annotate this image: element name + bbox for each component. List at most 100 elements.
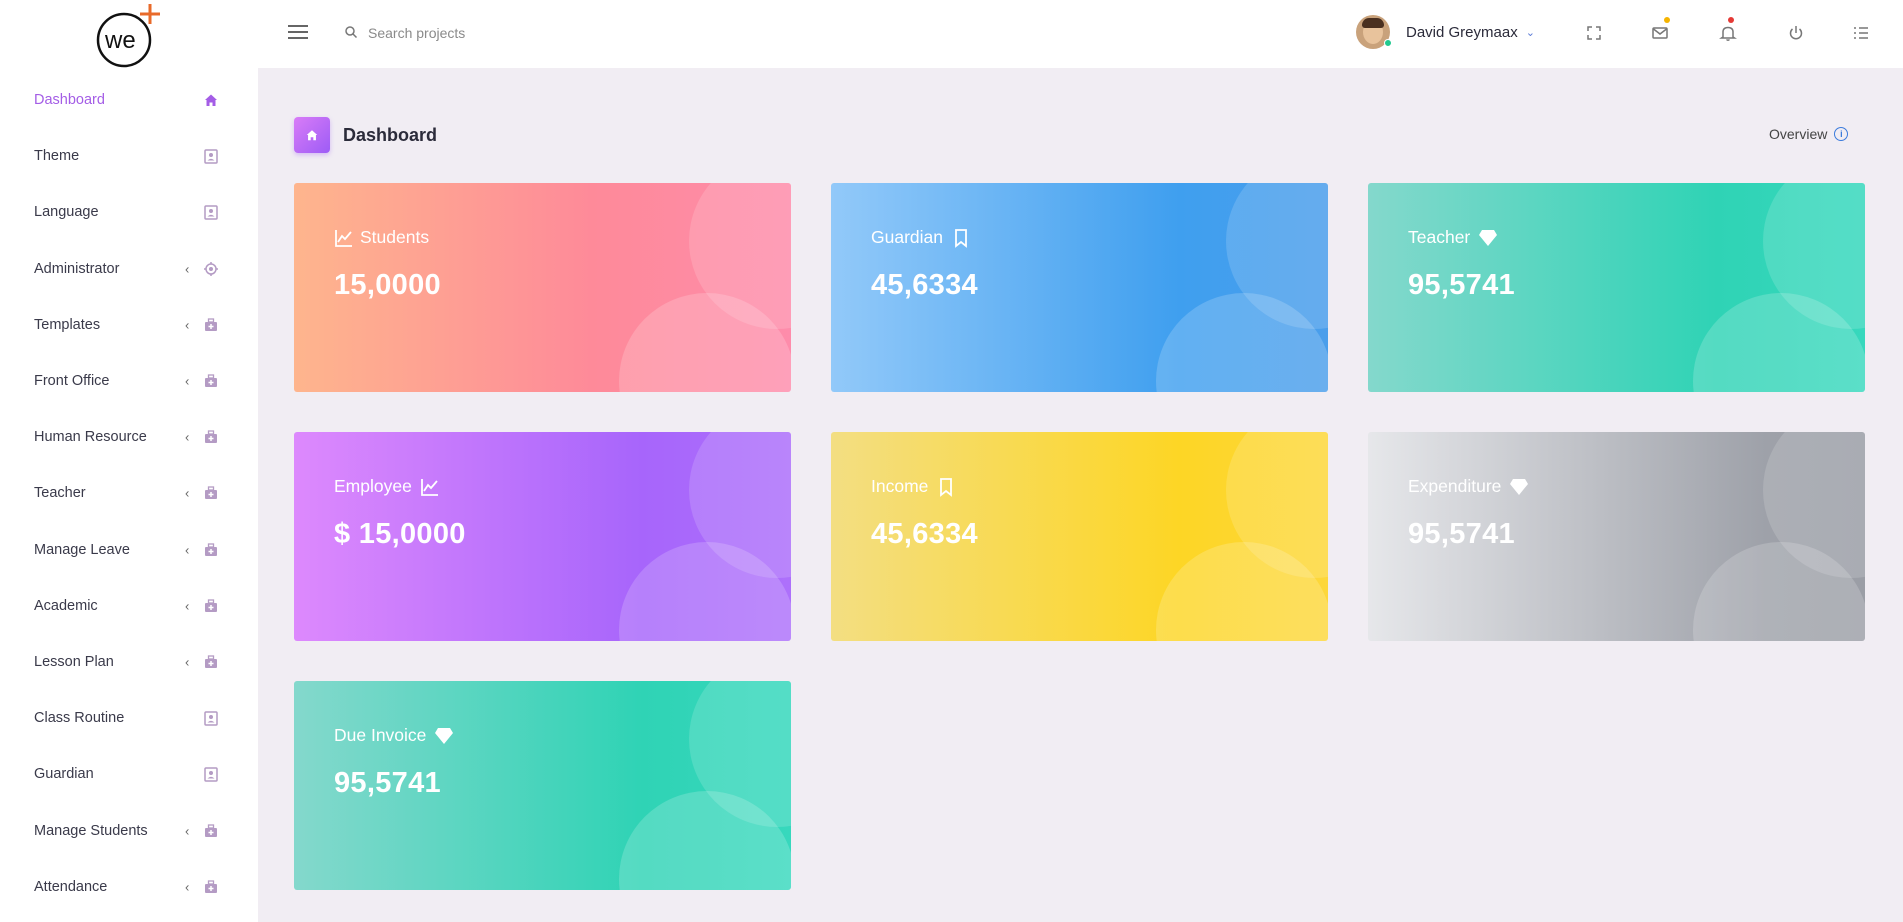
sidebar-item-label: Class Routine bbox=[34, 710, 125, 727]
search-icon bbox=[344, 25, 358, 39]
chevron-left-icon: ‹ bbox=[185, 654, 190, 670]
card-value: 45,6334 bbox=[871, 269, 978, 301]
mail-icon[interactable] bbox=[1651, 17, 1670, 42]
user-name: David Greymaax bbox=[1406, 23, 1518, 41]
diamond-icon bbox=[1478, 228, 1498, 248]
chart-line-icon bbox=[334, 228, 354, 248]
home-icon bbox=[203, 92, 219, 108]
sidebar-item-label: Guardian bbox=[34, 766, 94, 783]
sidebar-item-attendance[interactable]: Attendance ‹ bbox=[0, 859, 258, 915]
bell-icon[interactable] bbox=[1719, 17, 1737, 42]
sidebar-item-label: Manage Leave bbox=[34, 541, 130, 558]
diamond-icon bbox=[1509, 477, 1529, 497]
page-title: Dashboard bbox=[343, 124, 438, 145]
sidebar-item-front-office[interactable]: Front Office ‹ bbox=[0, 353, 258, 409]
card-label: Expenditure bbox=[1408, 476, 1502, 496]
fullscreen-icon[interactable] bbox=[1585, 24, 1603, 42]
sidebar-item-teacher[interactable]: Teacher ‹ bbox=[0, 465, 258, 521]
medkit-icon bbox=[203, 542, 219, 558]
sidebar-item-academic[interactable]: Academic ‹ bbox=[0, 578, 258, 634]
card-label: Guardian bbox=[871, 227, 943, 247]
sidebar-item-administrator[interactable]: Administrator ‹ bbox=[0, 241, 258, 297]
info-icon: i bbox=[1834, 127, 1849, 141]
sidebar-item-label: Language bbox=[34, 204, 99, 221]
chevron-left-icon: ‹ bbox=[185, 373, 190, 389]
contact-card-icon bbox=[203, 204, 219, 221]
card-value: 95,5741 bbox=[1408, 269, 1515, 301]
contact-card-icon bbox=[203, 710, 219, 726]
bookmark-icon bbox=[951, 228, 971, 248]
medkit-icon bbox=[203, 317, 219, 333]
sidebar-item-dashboard[interactable]: Dashboard bbox=[0, 72, 258, 128]
card-value: 45,6334 bbox=[871, 518, 978, 550]
sidebar-item-label: Theme bbox=[34, 148, 80, 165]
sidebar-item-label: Human Resource bbox=[34, 429, 147, 446]
sidebar-item-human-resource[interactable]: Human Resource ‹ bbox=[0, 409, 258, 465]
stat-card-guardian[interactable]: Guardian 45,6334 bbox=[831, 183, 1328, 392]
medkit-icon bbox=[203, 485, 219, 501]
stat-card-due-invoice[interactable]: Due Invoice 95,5741 bbox=[294, 681, 791, 890]
search-input[interactable] bbox=[368, 20, 668, 46]
card-value: 95,5741 bbox=[1408, 518, 1515, 550]
chevron-left-icon: ‹ bbox=[185, 261, 190, 277]
sidebar-item-manage-students[interactable]: Manage Students ‹ bbox=[0, 802, 258, 858]
contact-card-icon bbox=[203, 148, 219, 165]
chevron-left-icon: ‹ bbox=[185, 879, 190, 895]
medkit-icon bbox=[203, 879, 219, 895]
card-label: Students bbox=[360, 227, 430, 247]
sidebar-item-label: Teacher bbox=[34, 485, 86, 502]
logo-text: we bbox=[104, 27, 136, 54]
sidebar-item-lesson-plan[interactable]: Lesson Plan ‹ bbox=[0, 634, 258, 690]
sidebar: we Dashboard Theme Language Administrato… bbox=[0, 0, 258, 922]
list-icon[interactable] bbox=[1852, 24, 1870, 42]
sidebar-item-label: Front Office bbox=[34, 373, 110, 390]
card-value: $ 15,0000 bbox=[334, 518, 466, 550]
sidebar-item-label: Templates bbox=[34, 316, 101, 333]
chevron-left-icon: ‹ bbox=[185, 823, 190, 839]
card-label: Due Invoice bbox=[334, 725, 427, 745]
stat-card-teacher[interactable]: Teacher 95,5741 bbox=[1368, 183, 1865, 392]
sidebar-item-label: Academic bbox=[34, 597, 98, 614]
sidebar-item-label: Manage Students bbox=[34, 822, 148, 839]
chevron-left-icon: ‹ bbox=[185, 598, 190, 614]
menu-icon[interactable] bbox=[288, 25, 308, 41]
mail-badge bbox=[1664, 17, 1670, 23]
medkit-icon bbox=[203, 598, 219, 614]
chevron-left-icon: ‹ bbox=[185, 317, 190, 333]
medkit-icon bbox=[203, 373, 219, 389]
chevron-left-icon: ‹ bbox=[185, 542, 190, 558]
medkit-icon bbox=[203, 823, 219, 839]
power-icon[interactable] bbox=[1787, 24, 1805, 42]
card-label: Income bbox=[871, 476, 929, 496]
user-menu[interactable]: David Greymaax ⌄ bbox=[1356, 15, 1535, 49]
sidebar-item-guardian[interactable]: Guardian bbox=[0, 746, 258, 802]
stat-card-expenditure[interactable]: Expenditure 95,5741 bbox=[1368, 432, 1865, 641]
page-header: Dashboard bbox=[294, 117, 437, 153]
sidebar-nav: Dashboard Theme Language Administrator ‹ bbox=[0, 72, 258, 915]
medkit-icon bbox=[203, 654, 219, 670]
chevron-left-icon: ‹ bbox=[185, 485, 190, 501]
target-icon bbox=[203, 261, 219, 277]
diamond-icon bbox=[434, 726, 454, 746]
sidebar-item-templates[interactable]: Templates ‹ bbox=[0, 297, 258, 353]
sidebar-item-theme[interactable]: Theme bbox=[0, 128, 258, 184]
sidebar-item-label: Administrator bbox=[34, 260, 120, 277]
overview-link[interactable]: Overview i bbox=[1769, 126, 1849, 142]
card-value: 15,0000 bbox=[334, 269, 441, 301]
sidebar-item-manage-leave[interactable]: Manage Leave ‹ bbox=[0, 522, 258, 578]
medkit-icon bbox=[203, 429, 219, 445]
stat-card-income[interactable]: Income 45,6334 bbox=[831, 432, 1328, 641]
sidebar-item-language[interactable]: Language bbox=[0, 184, 258, 240]
brand-logo[interactable]: we bbox=[90, 2, 170, 72]
chevron-left-icon: ‹ bbox=[185, 429, 190, 445]
card-value: 95,5741 bbox=[334, 767, 441, 799]
sidebar-item-label: Lesson Plan bbox=[34, 653, 114, 670]
online-status-dot bbox=[1384, 39, 1392, 47]
chart-line-icon bbox=[420, 477, 440, 497]
chevron-down-icon: ⌄ bbox=[1525, 26, 1535, 39]
stat-card-students[interactable]: Students 15,0000 bbox=[294, 183, 791, 392]
bookmark-icon bbox=[936, 477, 956, 497]
stat-card-employee[interactable]: Employee $ 15,0000 bbox=[294, 432, 791, 641]
sidebar-item-class-routine[interactable]: Class Routine bbox=[0, 690, 258, 746]
top-header: David Greymaax ⌄ bbox=[258, 0, 1903, 68]
